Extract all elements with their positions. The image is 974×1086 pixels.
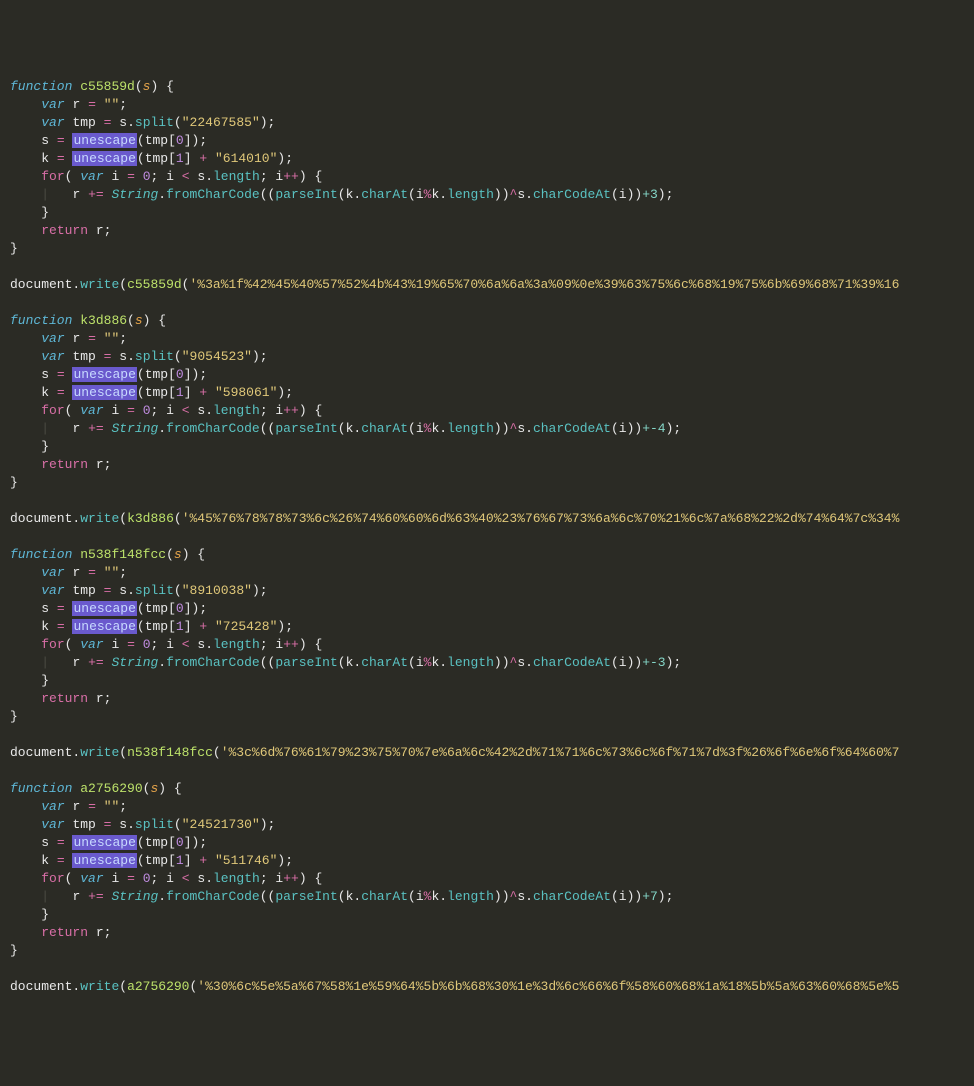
highlighted-unescape: unescape bbox=[72, 151, 136, 166]
highlighted-unescape: unescape bbox=[72, 835, 136, 850]
highlighted-unescape: unescape bbox=[72, 133, 136, 148]
highlighted-unescape: unescape bbox=[72, 385, 136, 400]
highlighted-unescape: unescape bbox=[72, 853, 136, 868]
code-editor-content: function c55859d(s) { var r = ""; var tm… bbox=[10, 78, 964, 996]
highlighted-unescape: unescape bbox=[72, 601, 136, 616]
highlighted-unescape: unescape bbox=[72, 367, 136, 382]
highlighted-unescape: unescape bbox=[72, 619, 136, 634]
